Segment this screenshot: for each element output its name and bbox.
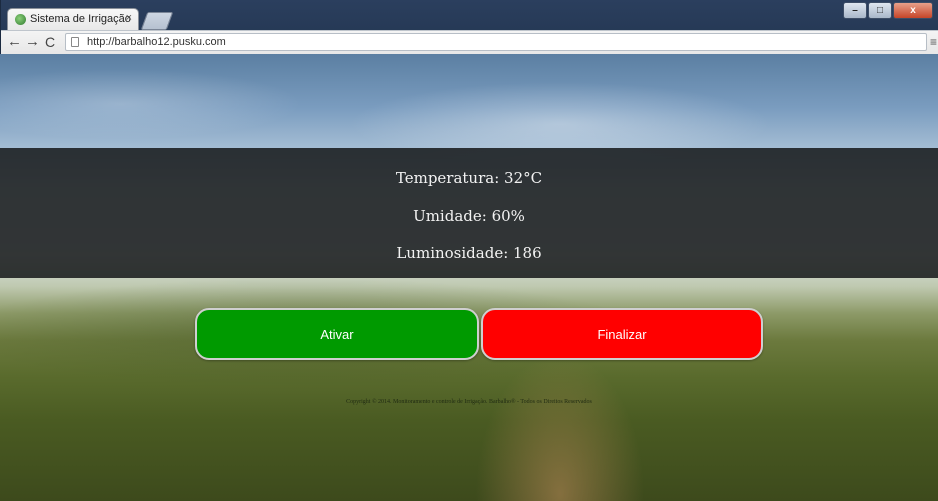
- activate-button[interactable]: Ativar: [195, 308, 479, 360]
- browser-window-chrome: Sistema de Irrigação × – □ x ← → C http:…: [0, 0, 938, 54]
- url-text: http://barbalho12.pusku.com: [87, 36, 226, 48]
- back-arrow-icon[interactable]: ←: [7, 34, 22, 50]
- window-controls: – □ x: [842, 2, 933, 20]
- page-viewport: Temperatura: 32°C Umidade: 60% Luminosid…: [0, 54, 938, 501]
- finish-button[interactable]: Finalizar: [481, 308, 763, 360]
- humidity-reading: Umidade: 60%: [413, 207, 525, 225]
- forward-arrow-icon[interactable]: →: [25, 34, 40, 50]
- copyright-text: Copyright © 2014. Monitoramento e contro…: [346, 399, 592, 405]
- browser-toolbar: ← → C http://barbalho12.pusku.com ≡: [1, 30, 938, 54]
- browser-tab[interactable]: Sistema de Irrigação ×: [7, 8, 139, 30]
- reload-icon[interactable]: C: [45, 34, 55, 50]
- minimize-button[interactable]: –: [843, 2, 867, 19]
- tab-close-icon[interactable]: ×: [126, 12, 132, 24]
- address-bar[interactable]: http://barbalho12.pusku.com: [65, 33, 927, 51]
- luminosity-reading: Luminosidade: 186: [396, 244, 542, 262]
- tab-title: Sistema de Irrigação: [30, 13, 131, 25]
- tab-strip: Sistema de Irrigação × – □ x: [1, 0, 938, 31]
- favicon-icon: [15, 14, 26, 25]
- new-tab-button[interactable]: [140, 12, 174, 30]
- close-window-button[interactable]: x: [893, 2, 933, 19]
- temperature-reading: Temperatura: 32°C: [395, 169, 543, 187]
- maximize-button[interactable]: □: [868, 2, 892, 19]
- page-icon: [71, 37, 79, 47]
- menu-icon[interactable]: ≡: [930, 35, 937, 49]
